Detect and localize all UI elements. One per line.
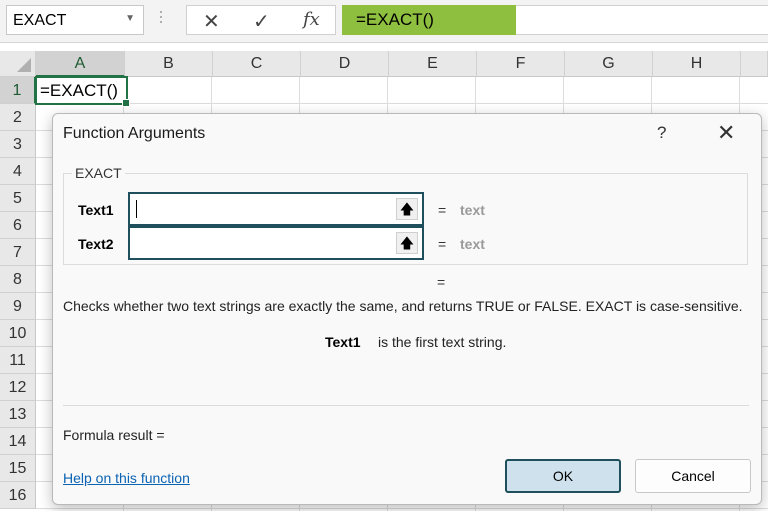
select-all-button[interactable]	[0, 51, 36, 77]
function-result-equals: =	[437, 274, 446, 290]
text1-equals: =	[438, 202, 447, 218]
cancel-button[interactable]: Cancel	[635, 459, 751, 493]
column-header-f[interactable]: F	[477, 51, 565, 77]
column-header-g[interactable]: G	[565, 51, 653, 77]
function-description: Checks whether two text strings are exac…	[63, 298, 743, 314]
arguments-group: EXACT Text1 🡅 = text Text2 🡅 = text	[63, 165, 748, 265]
column-header-d[interactable]: D	[301, 51, 389, 77]
chevron-down-icon[interactable]: ▼	[125, 13, 135, 24]
row-header-14[interactable]: 14	[0, 428, 36, 455]
formula-result: Formula result =	[63, 427, 165, 443]
row-header-5[interactable]: 5	[0, 185, 36, 212]
fill-handle[interactable]	[122, 99, 130, 107]
text1-label: Text1	[78, 202, 114, 218]
active-cell-value: =EXACT()	[40, 81, 118, 100]
enter-icon[interactable]: ✓	[253, 9, 270, 34]
column-header-b[interactable]: B	[125, 51, 213, 77]
name-box[interactable]: EXACT ▼	[6, 5, 144, 35]
help-icon[interactable]: ?	[657, 123, 666, 143]
argument-description-name: Text1	[325, 334, 361, 350]
select-all-icon	[17, 58, 31, 72]
row-header-15[interactable]: 15	[0, 455, 36, 482]
row-header-12[interactable]: 12	[0, 374, 36, 401]
row-header-2[interactable]: 2	[0, 104, 36, 131]
column-header-h[interactable]: H	[653, 51, 741, 77]
row-header-1[interactable]: 1	[0, 77, 36, 104]
text2-label: Text2	[78, 236, 114, 252]
dialog-title: Function Arguments	[63, 125, 206, 142]
function-name-label: EXACT	[72, 165, 125, 181]
row-header-6[interactable]: 6	[0, 212, 36, 239]
row-header-13[interactable]: 13	[0, 401, 36, 428]
close-icon[interactable]: ✕	[717, 120, 735, 146]
name-box-value: EXACT	[13, 12, 67, 29]
column-header-i[interactable]	[741, 51, 768, 77]
column-header-a[interactable]: A	[36, 51, 125, 77]
help-link[interactable]: Help on this function	[63, 470, 190, 486]
text2-input[interactable]: 🡅	[128, 226, 424, 260]
row-header-9[interactable]: 9	[0, 293, 36, 320]
drag-handle-icon[interactable]	[160, 8, 164, 32]
formula-text: =EXACT()	[356, 10, 434, 29]
collapse-dialog-icon[interactable]: 🡅	[396, 198, 418, 220]
ok-button[interactable]: OK	[505, 459, 621, 493]
argument-description-text: is the first text string.	[378, 334, 507, 350]
formula-buttons: ✕ ✓ fx	[186, 5, 336, 35]
text-caret	[136, 200, 137, 218]
function-arguments-dialog: Function Arguments ? ✕ EXACT Text1 🡅 = t…	[52, 113, 762, 505]
text2-type: text	[460, 236, 485, 252]
text2-equals: =	[438, 236, 447, 252]
insert-function-icon[interactable]: fx	[303, 9, 320, 30]
column-header-e[interactable]: E	[389, 51, 477, 77]
active-cell-a1[interactable]: =EXACT()	[35, 76, 130, 107]
row-header-16[interactable]: 16	[0, 482, 36, 509]
text1-input[interactable]: 🡅	[128, 192, 424, 226]
column-header-c[interactable]: C	[213, 51, 301, 77]
formula-bar: EXACT ▼ ✕ ✓ fx =EXACT()	[0, 0, 768, 43]
divider	[63, 405, 749, 406]
formula-input[interactable]: =EXACT()	[342, 5, 768, 35]
row-header-8[interactable]: 8	[0, 266, 36, 293]
row-header-4[interactable]: 4	[0, 158, 36, 185]
row-header-11[interactable]: 11	[0, 347, 36, 374]
collapse-dialog-icon[interactable]: 🡅	[396, 232, 418, 254]
row-header-10[interactable]: 10	[0, 320, 36, 347]
row-header-3[interactable]: 3	[0, 131, 36, 158]
text1-type: text	[460, 202, 485, 218]
cancel-icon[interactable]: ✕	[203, 9, 220, 34]
row-header-7[interactable]: 7	[0, 239, 36, 266]
